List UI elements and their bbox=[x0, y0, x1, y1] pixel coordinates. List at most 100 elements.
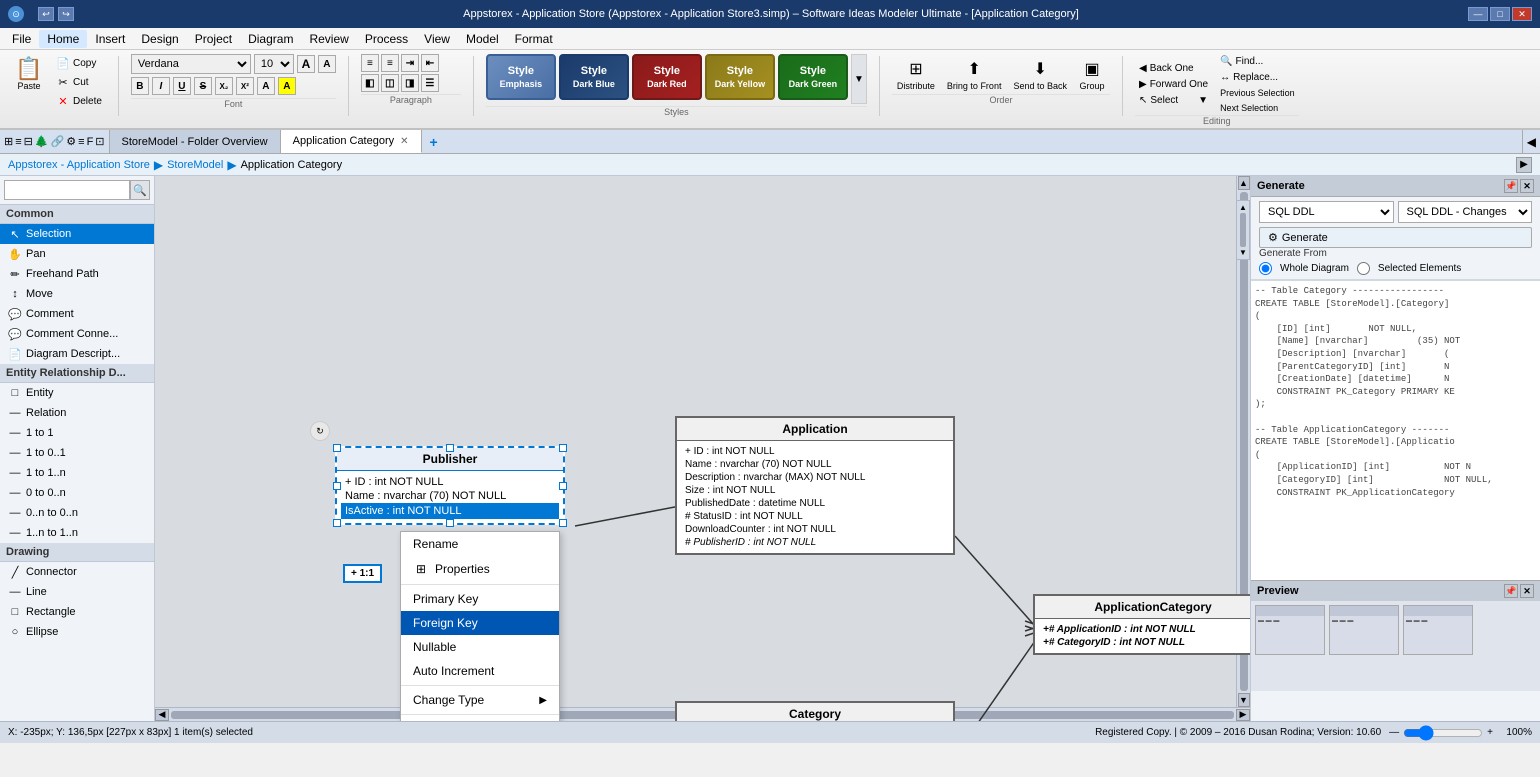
panel-link-icon[interactable]: 🔗 bbox=[51, 135, 65, 148]
font-decrease-btn[interactable]: A bbox=[318, 55, 336, 73]
preview-close-btn[interactable]: ✕ bbox=[1520, 584, 1534, 598]
tab-storemodel[interactable]: StoreModel - Folder Overview bbox=[110, 130, 281, 153]
resize-handle-tl[interactable] bbox=[333, 444, 341, 452]
ctx-nullable[interactable]: Nullable bbox=[401, 635, 559, 659]
app-field-desc[interactable]: Description : nvarchar (MAX) NOT NULL bbox=[685, 471, 945, 484]
ctx-change-type[interactable]: Change Type ▶ bbox=[401, 688, 559, 712]
styles-more-btn[interactable]: ▼ bbox=[851, 54, 867, 104]
minimize-btn[interactable]: — bbox=[1468, 7, 1488, 21]
indent-btn[interactable]: ⇥ bbox=[401, 54, 419, 72]
panel-item-diagram-desc[interactable]: 📄 Diagram Descript... bbox=[0, 344, 154, 364]
align-right-btn[interactable]: ◨ bbox=[401, 74, 419, 92]
menu-home[interactable]: Home bbox=[39, 30, 87, 48]
menu-insert[interactable]: Insert bbox=[87, 30, 133, 48]
style-darkred-btn[interactable]: Style Dark Red bbox=[632, 54, 702, 100]
panel-settings-icon[interactable]: ⚙ bbox=[66, 135, 76, 148]
app-field-pubdate[interactable]: PublishedDate : datetime NULL bbox=[685, 497, 945, 510]
highlight-btn[interactable]: A bbox=[278, 77, 296, 95]
preview-pin-btn[interactable]: 📌 bbox=[1504, 584, 1518, 598]
next-selection-btn[interactable]: Next Selection bbox=[1216, 101, 1299, 115]
menu-format[interactable]: Format bbox=[507, 30, 561, 48]
app-field-name[interactable]: Name : nvarchar (70) NOT NULL bbox=[685, 458, 945, 471]
send-to-back-btn[interactable]: ⬇ Send to Back bbox=[1008, 54, 1072, 94]
panel-item-freehand[interactable]: ✏ Freehand Path bbox=[0, 264, 154, 284]
align-center-btn[interactable]: ◫ bbox=[381, 74, 399, 92]
replace-btn[interactable]: ↔ Replace... bbox=[1216, 70, 1299, 85]
menu-design[interactable]: Design bbox=[133, 30, 186, 48]
list-ordered-btn[interactable]: ≡ bbox=[381, 54, 399, 72]
panel-list-icon[interactable]: ≡ bbox=[15, 136, 21, 148]
panel-item-comment[interactable]: 💬 Comment bbox=[0, 304, 154, 324]
scroll-left-btn[interactable]: ◀ bbox=[155, 709, 169, 721]
publisher-field-id[interactable]: + ID : int NOT NULL bbox=[345, 475, 555, 489]
cut-button[interactable]: ✂ Cut bbox=[52, 73, 106, 91]
search-input[interactable] bbox=[4, 180, 130, 200]
ctx-primary-key[interactable]: Primary Key bbox=[401, 587, 559, 611]
style-darkgreen-btn[interactable]: Style Dark Green bbox=[778, 54, 848, 100]
application-entity[interactable]: Application + ID : int NOT NULL Name : n… bbox=[675, 416, 955, 555]
style-darkyellow-btn[interactable]: Style Dark Yellow bbox=[705, 54, 775, 100]
group-btn[interactable]: ▣ Group bbox=[1074, 54, 1110, 94]
panel-extra-icon[interactable]: ⊡ bbox=[95, 135, 104, 148]
right-panel-scroll-thumb[interactable] bbox=[1240, 213, 1246, 247]
menu-process[interactable]: Process bbox=[357, 30, 416, 48]
maximize-btn[interactable]: □ bbox=[1490, 7, 1510, 21]
menu-model[interactable]: Model bbox=[458, 30, 507, 48]
previous-selection-btn[interactable]: Previous Selection bbox=[1216, 86, 1299, 100]
forward-one-btn[interactable]: ▶ Forward One bbox=[1135, 77, 1212, 92]
tab-appcategory[interactable]: Application Category ✕ bbox=[281, 130, 422, 153]
appcategory-field-catid[interactable]: +# CategoryID : int NOT NULL bbox=[1043, 636, 1250, 649]
underline-btn[interactable]: U bbox=[173, 77, 191, 95]
generate-close-btn[interactable]: ✕ bbox=[1520, 179, 1534, 193]
panel-font-icon[interactable]: F bbox=[87, 136, 94, 148]
app-field-statusid[interactable]: # StatusID : int NOT NULL bbox=[685, 510, 945, 523]
generate-pin-btn[interactable]: 📌 bbox=[1504, 179, 1518, 193]
superscript-btn[interactable]: X² bbox=[236, 77, 254, 95]
zoom-in-btn[interactable]: + bbox=[1487, 727, 1493, 738]
menu-file[interactable]: File bbox=[4, 30, 39, 48]
resize-handle-ml[interactable] bbox=[333, 482, 341, 490]
breadcrumb-collapse-btn[interactable]: ▶ bbox=[1516, 157, 1532, 173]
appcategory-field-appid[interactable]: +# ApplicationID : int NOT NULL bbox=[1043, 623, 1250, 636]
app-field-publisherid[interactable]: # PublisherID : int NOT NULL bbox=[685, 536, 945, 549]
list-unordered-btn[interactable]: ≡ bbox=[361, 54, 379, 72]
radio-selected-elements[interactable] bbox=[1357, 262, 1370, 275]
select-btn[interactable]: ↖ Select ▼ bbox=[1135, 93, 1212, 108]
panel-item-1to01[interactable]: — 1 to 0..1 bbox=[0, 443, 154, 463]
scroll-right-btn[interactable]: ▶ bbox=[1236, 709, 1250, 721]
app-field-size[interactable]: Size : int NOT NULL bbox=[685, 484, 945, 497]
bold-btn[interactable]: B bbox=[131, 77, 149, 95]
panel-item-connector[interactable]: ╱ Connector bbox=[0, 562, 154, 582]
panel-item-1to1n[interactable]: — 1 to 1..n bbox=[0, 463, 154, 483]
panel-item-0to0n[interactable]: — 0 to 0..n bbox=[0, 483, 154, 503]
panel-toggle-icon[interactable]: ⊞ bbox=[4, 135, 13, 148]
resize-handle-mr[interactable] bbox=[559, 482, 567, 490]
undo-btn[interactable]: ↩ bbox=[38, 7, 54, 21]
panel-item-ellipse[interactable]: ○ Ellipse bbox=[0, 622, 154, 642]
ctx-rename[interactable]: Rename bbox=[401, 532, 559, 556]
scroll-up-btn[interactable]: ▲ bbox=[1238, 176, 1250, 190]
breadcrumb-appstorex[interactable]: Appstorex - Application Store bbox=[8, 159, 150, 171]
panel-item-1nto1n[interactable]: — 1..n to 1..n bbox=[0, 523, 154, 543]
panel-grid-icon[interactable]: ⊟ bbox=[24, 135, 33, 148]
panel-item-0nto0n[interactable]: — 0..n to 0..n bbox=[0, 503, 154, 523]
redo-btn[interactable]: ↪ bbox=[58, 7, 74, 21]
delete-button[interactable]: ✕ Delete bbox=[52, 92, 106, 110]
panel-item-line[interactable]: — Line bbox=[0, 582, 154, 602]
outdent-btn[interactable]: ⇤ bbox=[421, 54, 439, 72]
publisher-field-name[interactable]: Name : nvarchar (70) NOT NULL bbox=[345, 489, 555, 503]
ctx-properties[interactable]: ⊞ Properties bbox=[401, 556, 559, 582]
panel-tree-icon[interactable]: 🌲 bbox=[35, 135, 49, 148]
italic-btn[interactable]: I bbox=[152, 77, 170, 95]
app-field-dlcount[interactable]: DownloadCounter : int NOT NULL bbox=[685, 523, 945, 536]
bring-to-front-btn[interactable]: ⬆ Bring to Front bbox=[942, 54, 1007, 94]
publisher-field-isactive[interactable]: IsActive : int NOT NULL bbox=[341, 503, 559, 519]
ctx-foreign-key[interactable]: Foreign Key bbox=[401, 611, 559, 635]
sql-type-select[interactable]: SQL DDL bbox=[1259, 201, 1394, 223]
radio-whole-diagram[interactable] bbox=[1259, 262, 1272, 275]
style-darkblue-btn[interactable]: Style Dark Blue bbox=[559, 54, 629, 100]
resize-handle-tr[interactable] bbox=[559, 444, 567, 452]
font-increase-btn[interactable]: A bbox=[297, 55, 315, 73]
copy-button[interactable]: 📄 Copy bbox=[52, 54, 106, 72]
collapse-panel-btn[interactable]: ◀ bbox=[1522, 130, 1540, 153]
